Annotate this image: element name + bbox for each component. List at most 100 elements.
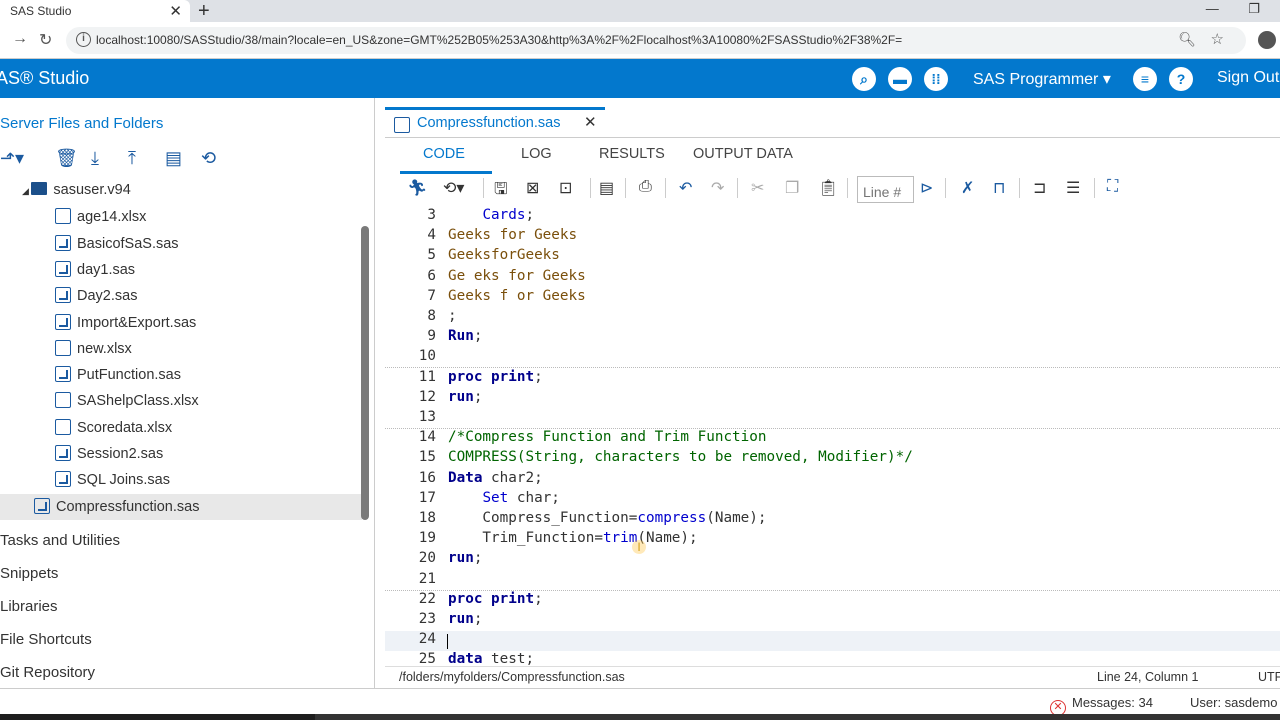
reload-icon[interactable]: ↻ xyxy=(39,30,52,50)
tree-file[interactable]: BasicofSaS.sas xyxy=(0,231,362,257)
tree-file[interactable]: day1.sas xyxy=(0,257,362,283)
clear-code-icon[interactable]: ✗ xyxy=(961,178,974,198)
section-tasks[interactable]: Tasks and Utilities xyxy=(0,532,120,549)
profile-avatar-icon[interactable] xyxy=(1258,31,1276,49)
tree-folder[interactable]: ◢ sasuser.v94 xyxy=(0,178,362,204)
tree-file[interactable]: Day2.sas xyxy=(0,283,362,309)
tab-code[interactable]: CODE xyxy=(423,146,465,162)
open-folder-icon[interactable]: ▬ xyxy=(888,67,912,91)
redo-icon[interactable]: ↷ xyxy=(711,178,724,198)
help-icon[interactable]: ? xyxy=(1169,67,1193,91)
editor-tab[interactable]: Compressfunction.sas ✕ xyxy=(385,107,605,137)
section-snippets[interactable]: Snippets xyxy=(0,565,58,582)
search-icon[interactable]: ⌕ xyxy=(852,67,876,91)
tab-results[interactable]: RESULTS xyxy=(599,146,665,162)
code-line[interactable]: 25 data test; xyxy=(385,651,1280,667)
go-to-line-icon[interactable]: ⊳ xyxy=(920,178,933,198)
download-icon[interactable]: ⤓ xyxy=(91,148,99,169)
format-code-icon[interactable]: ☰ xyxy=(1066,178,1080,198)
upload-icon[interactable]: ⤒ xyxy=(128,148,136,169)
site-info-icon[interactable]: i xyxy=(76,32,91,47)
code-line[interactable]: 7 Geeks f or Geeks xyxy=(385,288,1280,308)
code-line[interactable]: 20 run; xyxy=(385,550,1280,570)
tree-file[interactable]: Import&Export.sas xyxy=(0,310,362,336)
tree-file[interactable]: Scoredata.xlsx xyxy=(0,415,362,441)
maximize-view-icon[interactable]: ⛶ xyxy=(1107,178,1118,196)
code-line[interactable]: 12 run; xyxy=(385,389,1280,409)
print-icon[interactable]: ⎙ xyxy=(639,178,652,196)
copy-icon[interactable]: ❐ xyxy=(785,178,799,198)
new-tab-icon[interactable]: + xyxy=(198,0,210,22)
code-line[interactable]: 6 Ge eks for Geeks xyxy=(385,268,1280,288)
tab-log[interactable]: LOG xyxy=(521,146,552,162)
properties-icon[interactable]: ▤ xyxy=(165,148,182,169)
tree-file[interactable]: age14.xlsx xyxy=(0,204,362,230)
history-icon[interactable]: ⟲▾ xyxy=(443,178,464,198)
submit-lines-icon[interactable]: ⊐ xyxy=(1033,178,1046,198)
code-line[interactable]: 23 run; xyxy=(385,611,1280,631)
cut-icon[interactable]: ✂ xyxy=(751,178,764,198)
section-file-shortcuts[interactable]: File Shortcuts xyxy=(0,631,92,648)
browser-tab[interactable]: SAS Studio ✕ xyxy=(0,0,190,22)
tree-file[interactable]: Session2.sas xyxy=(0,441,362,467)
line-number: 13 xyxy=(418,409,436,425)
tree-file[interactable]: PutFunction.sas xyxy=(0,362,362,388)
messages-link[interactable]: ✕ Messages: 34 xyxy=(1050,695,1153,716)
tree-file[interactable]: SAShelpClass.xlsx xyxy=(0,388,362,414)
section-libraries[interactable]: Libraries xyxy=(0,598,58,615)
forward-icon[interactable]: → xyxy=(12,30,28,48)
save-icon[interactable]: 🖫︎ xyxy=(494,178,508,205)
code-line[interactable]: 21 xyxy=(385,571,1280,591)
tab-output-data[interactable]: OUTPUT DATA xyxy=(693,146,793,162)
tree-file[interactable]: SQL Joins.sas xyxy=(0,467,362,493)
menu-icon[interactable]: ≡ xyxy=(1133,67,1157,91)
run-icon[interactable]: 🏃︎ xyxy=(407,178,427,198)
code-line[interactable]: 13 xyxy=(385,409,1280,429)
delete-icon[interactable]: 🗑︎ xyxy=(55,148,78,169)
code-line[interactable]: 10 xyxy=(385,348,1280,369)
section-git-repository[interactable]: Git Repository xyxy=(0,664,95,681)
code-line[interactable]: 18 Compress_Function=compress(Name); xyxy=(385,510,1280,530)
tree-file[interactable]: Compressfunction.sas xyxy=(0,493,362,520)
tree-scrollbar[interactable] xyxy=(361,226,369,520)
code-line[interactable]: 3 Cards; xyxy=(385,207,1280,227)
code-line[interactable]: 8; xyxy=(385,308,1280,328)
code-line[interactable]: 11 proc print; xyxy=(385,369,1280,389)
code-line[interactable]: 17 Set char; xyxy=(385,490,1280,510)
paste-icon[interactable]: 📋︎ xyxy=(818,178,838,198)
collapse-arrow-icon[interactable]: ◢ xyxy=(22,186,31,196)
line-number-input[interactable] xyxy=(857,176,914,203)
code-line[interactable]: 16 Data char2; xyxy=(385,470,1280,490)
code-line[interactable]: 9 Run; xyxy=(385,328,1280,348)
close-icon[interactable]: ✕ xyxy=(584,113,597,131)
browser-tab-title: SAS Studio xyxy=(10,4,72,18)
code-line[interactable]: 22 proc print; xyxy=(385,591,1280,611)
bookmark-star-icon[interactable]: ☆ xyxy=(1211,30,1224,48)
omnibox[interactable]: i localhost:10080/SASStudio/38/main?loca… xyxy=(66,27,1246,54)
email-icon[interactable]: ⊡ xyxy=(559,178,572,198)
code-line[interactable]: 5 GeeksforGeeks xyxy=(385,247,1280,267)
snippets-icon[interactable]: ⊓ xyxy=(993,178,1005,198)
sign-out-button[interactable]: Sign Out xyxy=(1217,69,1279,87)
server-files-title[interactable]: Server Files and Folders xyxy=(0,115,163,132)
code-line[interactable]: 4 Geeks for Geeks xyxy=(385,227,1280,247)
restore-icon[interactable]: ❐ xyxy=(1248,1,1260,16)
refresh-icon[interactable]: ⟲ xyxy=(201,148,216,169)
perspective-menu[interactable]: SAS Programmer ▾ xyxy=(973,69,1111,89)
code-line[interactable]: 14 /*Compress Function and Trim Function xyxy=(385,429,1280,449)
open-in-browser-icon[interactable]: ▤ xyxy=(599,178,614,198)
tree-file[interactable]: new.xlsx xyxy=(0,336,362,362)
close-tab-icon[interactable]: ✕ xyxy=(169,2,182,20)
code-line[interactable]: 19 Trim_Function=trim(Name); xyxy=(385,530,1280,550)
code-line[interactable]: 15 COMPRESS(String, characters to be remo… xyxy=(385,449,1280,469)
code-editor[interactable]: 3 Cards; 4 Geeks for Geeks 5 GeeksforGeeks 6 G… xyxy=(385,207,1280,667)
save-as-icon[interactable]: ⊠ xyxy=(526,178,539,198)
code-line[interactable]: 24 xyxy=(385,631,1280,652)
code-text: Set char; xyxy=(482,489,560,506)
minimize-icon[interactable]: — xyxy=(1206,1,1219,16)
new-item-icon[interactable]: ⬏▾ xyxy=(0,148,24,169)
zoom-icon[interactable]: 🔍︎ xyxy=(1178,31,1196,48)
url-text[interactable]: localhost:10080/SASStudio/38/main?locale… xyxy=(96,33,902,47)
undo-icon[interactable]: ↶ xyxy=(679,178,692,198)
apps-grid-icon[interactable]: ⁞⁞ xyxy=(924,67,948,91)
